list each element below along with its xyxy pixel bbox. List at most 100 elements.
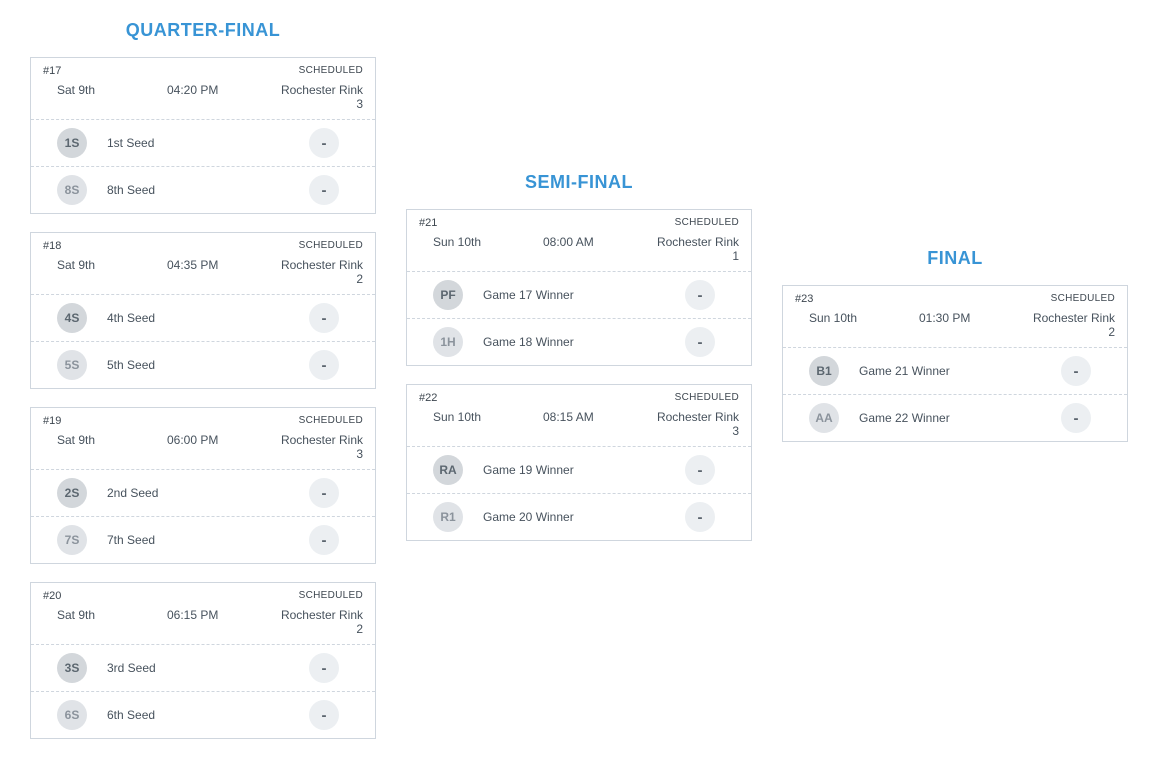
game-location: Rochester Rink 3 — [273, 433, 363, 461]
team-row: 1H Game 18 Winner - — [407, 318, 751, 365]
game-header: #22 SCHEDULED — [407, 385, 751, 410]
game-date: Sat 9th — [57, 258, 167, 286]
column-final: FINAL #23 SCHEDULED Sun 10th 01:30 PM Ro… — [782, 20, 1128, 460]
round-title: QUARTER-FINAL — [30, 20, 376, 41]
game-date: Sun 10th — [433, 235, 543, 263]
team-row: 5S 5th Seed - — [31, 341, 375, 388]
column-quarter-final: QUARTER-FINAL #17 SCHEDULED Sat 9th 04:2… — [30, 20, 376, 757]
game-header: #18 SCHEDULED — [31, 233, 375, 258]
game-number: #21 — [419, 217, 437, 229]
game-time: 06:15 PM — [167, 608, 273, 636]
team-avatar: 4S — [57, 303, 87, 333]
game-number: #18 — [43, 240, 61, 252]
game-card[interactable]: #18 SCHEDULED Sat 9th 04:35 PM Rochester… — [30, 232, 376, 389]
game-status: SCHEDULED — [1051, 293, 1115, 305]
game-card[interactable]: #22 SCHEDULED Sun 10th 08:15 AM Rocheste… — [406, 384, 752, 541]
game-time: 06:00 PM — [167, 433, 273, 461]
team-avatar: AA — [809, 403, 839, 433]
team-score: - — [685, 327, 715, 357]
game-time: 01:30 PM — [919, 311, 1025, 339]
team-name: Game 17 Winner — [483, 288, 685, 302]
team-row: AA Game 22 Winner - — [783, 394, 1127, 441]
game-status: SCHEDULED — [675, 392, 739, 404]
team-row: 8S 8th Seed - — [31, 166, 375, 213]
game-time: 04:35 PM — [167, 258, 273, 286]
team-row: 6S 6th Seed - — [31, 691, 375, 738]
team-row: PF Game 17 Winner - — [407, 271, 751, 318]
game-status: SCHEDULED — [299, 240, 363, 252]
team-row: 1S 1st Seed - — [31, 119, 375, 166]
round-title: FINAL — [782, 248, 1128, 269]
column-semi-final: SEMI-FINAL #21 SCHEDULED Sun 10th 08:00 … — [406, 20, 752, 559]
game-meta: Sun 10th 08:00 AM Rochester Rink 1 — [407, 235, 751, 271]
team-score: - — [309, 175, 339, 205]
game-location: Rochester Rink 3 — [649, 410, 739, 438]
game-number: #23 — [795, 293, 813, 305]
team-score: - — [1061, 356, 1091, 386]
team-name: 5th Seed — [107, 358, 309, 372]
team-name: Game 19 Winner — [483, 463, 685, 477]
game-card[interactable]: #20 SCHEDULED Sat 9th 06:15 PM Rochester… — [30, 582, 376, 739]
team-name: Game 18 Winner — [483, 335, 685, 349]
game-number: #22 — [419, 392, 437, 404]
game-status: SCHEDULED — [675, 217, 739, 229]
game-card[interactable]: #17 SCHEDULED Sat 9th 04:20 PM Rochester… — [30, 57, 376, 214]
game-meta: Sat 9th 04:35 PM Rochester Rink 2 — [31, 258, 375, 294]
game-meta: Sat 9th 06:15 PM Rochester Rink 2 — [31, 608, 375, 644]
bracket: QUARTER-FINAL #17 SCHEDULED Sat 9th 04:2… — [0, 0, 1162, 777]
game-location: Rochester Rink 1 — [649, 235, 739, 263]
team-row: 7S 7th Seed - — [31, 516, 375, 563]
game-header: #21 SCHEDULED — [407, 210, 751, 235]
game-date: Sat 9th — [57, 433, 167, 461]
game-number: #20 — [43, 590, 61, 602]
game-time: 08:15 AM — [543, 410, 649, 438]
game-date: Sat 9th — [57, 608, 167, 636]
team-name: 7th Seed — [107, 533, 309, 547]
team-name: 8th Seed — [107, 183, 309, 197]
game-meta: Sun 10th 01:30 PM Rochester Rink 2 — [783, 311, 1127, 347]
team-score: - — [685, 502, 715, 532]
team-avatar: 8S — [57, 175, 87, 205]
team-row: R1 Game 20 Winner - — [407, 493, 751, 540]
round-title: SEMI-FINAL — [406, 172, 752, 193]
team-name: 4th Seed — [107, 311, 309, 325]
game-location: Rochester Rink 2 — [1025, 311, 1115, 339]
spacer — [782, 20, 1128, 248]
team-score: - — [685, 280, 715, 310]
team-row: 3S 3rd Seed - — [31, 644, 375, 691]
game-header: #23 SCHEDULED — [783, 286, 1127, 311]
team-avatar: 5S — [57, 350, 87, 380]
game-card[interactable]: #19 SCHEDULED Sat 9th 06:00 PM Rochester… — [30, 407, 376, 564]
game-card[interactable]: #23 SCHEDULED Sun 10th 01:30 PM Rocheste… — [782, 285, 1128, 442]
team-score: - — [309, 303, 339, 333]
game-number: #19 — [43, 415, 61, 427]
team-row: B1 Game 21 Winner - — [783, 347, 1127, 394]
team-name: 2nd Seed — [107, 486, 309, 500]
team-avatar: 1S — [57, 128, 87, 158]
team-avatar: 3S — [57, 653, 87, 683]
team-name: 1st Seed — [107, 136, 309, 150]
game-meta: Sat 9th 04:20 PM Rochester Rink 3 — [31, 83, 375, 119]
team-avatar: B1 — [809, 356, 839, 386]
team-score: - — [309, 128, 339, 158]
team-avatar: 1H — [433, 327, 463, 357]
team-score: - — [1061, 403, 1091, 433]
team-avatar: R1 — [433, 502, 463, 532]
game-number: #17 — [43, 65, 61, 77]
game-card[interactable]: #21 SCHEDULED Sun 10th 08:00 AM Rocheste… — [406, 209, 752, 366]
team-name: Game 20 Winner — [483, 510, 685, 524]
team-score: - — [309, 478, 339, 508]
game-location: Rochester Rink 2 — [273, 258, 363, 286]
team-score: - — [309, 525, 339, 555]
game-time: 08:00 AM — [543, 235, 649, 263]
team-name: 3rd Seed — [107, 661, 309, 675]
team-avatar: 2S — [57, 478, 87, 508]
game-date: Sat 9th — [57, 83, 167, 111]
team-row: 4S 4th Seed - — [31, 294, 375, 341]
team-avatar: RA — [433, 455, 463, 485]
team-avatar: PF — [433, 280, 463, 310]
game-header: #17 SCHEDULED — [31, 58, 375, 83]
team-score: - — [309, 653, 339, 683]
game-meta: Sun 10th 08:15 AM Rochester Rink 3 — [407, 410, 751, 446]
game-location: Rochester Rink 3 — [273, 83, 363, 111]
